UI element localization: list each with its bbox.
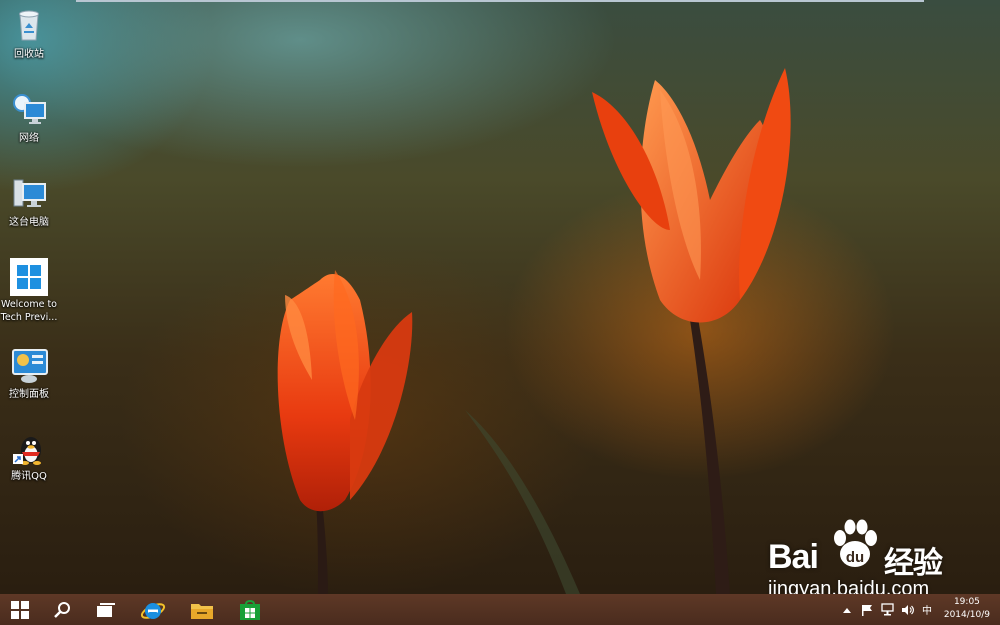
qq-penguin-icon [9,428,49,468]
search-button[interactable] [42,594,82,625]
chevron-up-icon [843,607,851,613]
desktop-icon-label: 控制面板 [9,389,49,400]
network-status-icon [880,603,894,616]
input-method-indicator[interactable]: 中 [918,594,936,625]
desktop[interactable]: 回收站 网络 这台电脑 Welcome to Tech Previ... 控制面… [0,0,1000,594]
desktop-icon-label: 这台电脑 [9,217,49,228]
action-center-button[interactable] [858,594,876,625]
window-top-edge [76,0,924,2]
task-view-button[interactable] [86,594,126,625]
store-icon [240,599,260,620]
network-status-button[interactable] [878,594,896,625]
file-explorer-icon [191,603,213,619]
desktop-icon-recycle-bin[interactable]: 回收站 [0,6,58,61]
start-button[interactable] [0,594,40,625]
speaker-icon [901,604,914,615]
internet-explorer-icon [140,602,166,619]
desktop-icon-network[interactable]: 网络 [0,90,58,145]
clock-date: 2014/10/9 [943,610,990,620]
task-view-icon [97,602,115,617]
desktop-icon-this-pc[interactable]: 这台电脑 [0,174,58,229]
start-icon [11,600,29,619]
network-icon [9,90,49,130]
desktop-icon-welcome-tech-preview[interactable]: Welcome to Tech Previ... [0,258,58,324]
search-icon [54,601,70,618]
watermark-brand-right: 经验 [884,547,943,580]
clock-time: 19:05 [953,597,980,607]
internet-explorer-button[interactable] [133,594,173,625]
recycle-bin-icon [9,6,49,46]
volume-button[interactable] [898,594,916,625]
this-pc-icon [9,174,49,214]
desktop-icon-qq[interactable]: 腾讯QQ [0,428,58,483]
watermark-url: jingyan.baidu.com [768,578,930,594]
svg-text:du: du [846,549,864,566]
watermark-brand-left: Bai [768,538,819,576]
taskbar: 中 19:05 2014/10/9 [0,594,1000,625]
file-explorer-button[interactable] [182,594,222,625]
baidu-paw-icon: du [834,519,877,567]
windows-welcome-icon [10,258,48,296]
desktop-icon-control-panel[interactable]: 控制面板 [0,346,58,401]
desktop-icon-label: Welcome to Tech Previ... [0,299,58,323]
store-button[interactable] [230,594,270,625]
tulip-wallpaper [277,68,791,594]
control-panel-icon [9,346,49,386]
desktop-icon-label: 网络 [19,133,39,144]
show-hidden-icons-button[interactable] [840,594,854,625]
desktop-icon-label: 回收站 [14,49,44,60]
clock[interactable]: 19:05 2014/10/9 [944,596,990,622]
desktop-icon-label: 腾讯QQ [11,471,47,482]
flag-icon [862,604,872,616]
